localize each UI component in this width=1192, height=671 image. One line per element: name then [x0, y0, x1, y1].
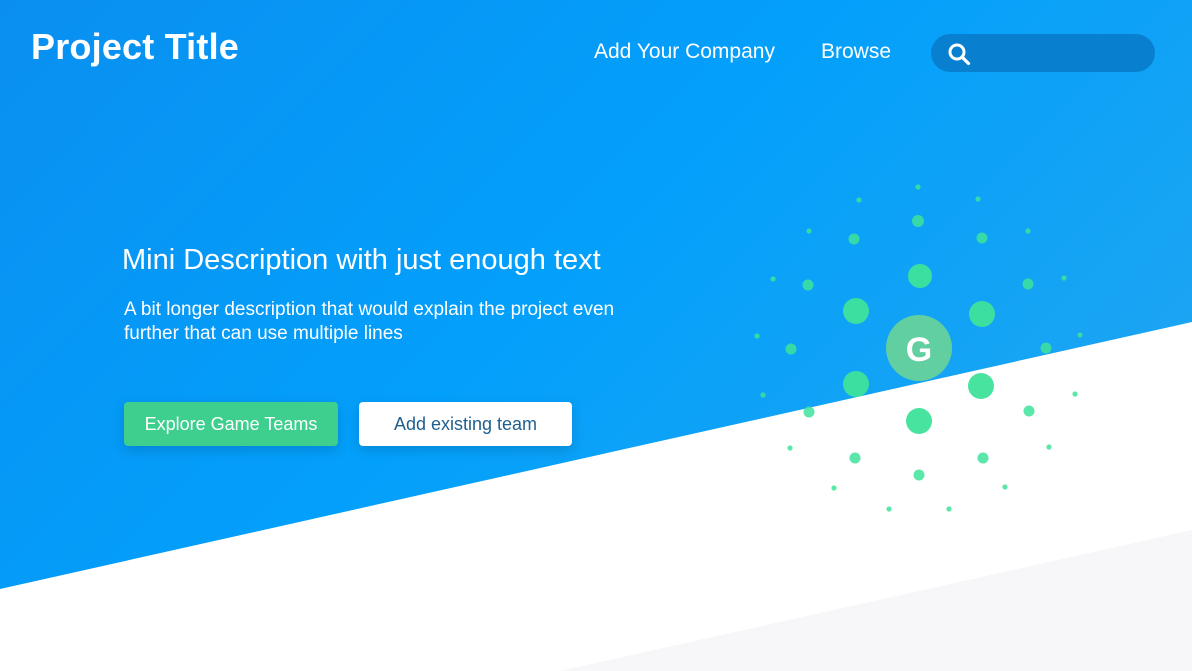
network-dot — [946, 506, 952, 512]
network-dot — [1046, 444, 1052, 450]
network-dot — [886, 506, 892, 512]
team-network-graphic: G — [754, 184, 1083, 512]
network-dot — [856, 197, 862, 203]
network-dot — [1040, 342, 1052, 354]
network-dot — [969, 301, 995, 327]
network-dot — [843, 298, 869, 324]
network-dot — [831, 485, 837, 491]
network-dot — [976, 232, 988, 244]
nav-link-browse[interactable]: Browse — [821, 40, 891, 64]
network-dot — [787, 445, 793, 451]
network-dot — [908, 264, 932, 288]
network-dot — [785, 343, 797, 355]
network-dot — [806, 228, 812, 234]
network-dot — [915, 184, 921, 190]
network-dot — [760, 392, 766, 398]
network-dot — [975, 196, 981, 202]
network-dot — [913, 469, 925, 481]
network-dot — [803, 406, 815, 418]
network-dot — [1061, 275, 1067, 281]
network-dot — [912, 215, 924, 227]
network-dot — [1072, 391, 1078, 397]
network-dot — [906, 408, 932, 434]
hero-headline: Mini Description with just enough text — [122, 244, 601, 276]
search-icon[interactable] — [947, 42, 971, 66]
network-dot — [848, 233, 860, 245]
network-dot — [1023, 405, 1035, 417]
network-dot — [977, 452, 989, 464]
network-dot — [1002, 484, 1008, 490]
search-bar[interactable] — [931, 34, 1155, 74]
project-title[interactable]: Project Title — [31, 26, 239, 68]
network-dot — [754, 333, 760, 339]
nav-link-add-company[interactable]: Add Your Company — [594, 40, 775, 64]
network-dot — [770, 276, 776, 282]
network-dot — [843, 371, 869, 397]
network-dot — [849, 452, 861, 464]
hero-description: A bit longer description that would expl… — [124, 299, 615, 344]
search-input[interactable] — [981, 34, 1145, 74]
network-dot — [1077, 332, 1083, 338]
network-dot — [1025, 228, 1031, 234]
center-avatar-letter: G — [906, 331, 932, 369]
explore-game-teams-button[interactable]: Explore Game Teams — [124, 402, 338, 446]
network-dot — [802, 279, 814, 291]
network-dot — [1022, 278, 1034, 290]
add-existing-team-button[interactable]: Add existing team — [359, 402, 572, 446]
network-dot — [968, 373, 994, 399]
